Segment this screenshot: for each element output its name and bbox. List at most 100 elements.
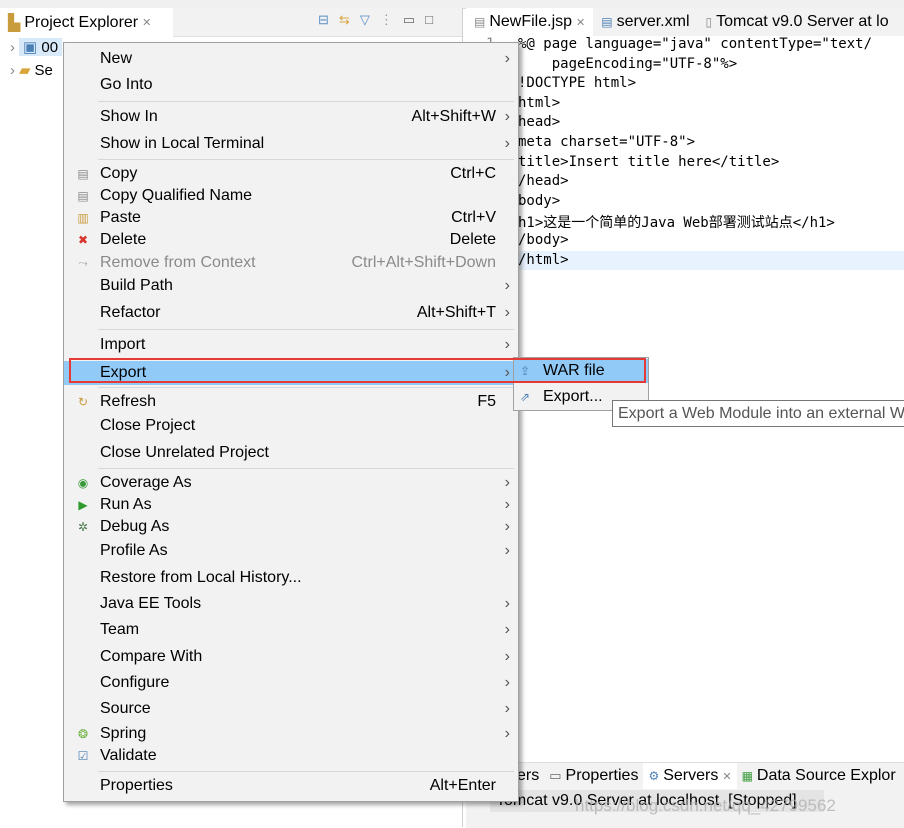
- menu-item-run-as[interactable]: ▶ Run As ›: [64, 494, 518, 516]
- menu-item-label: Export...: [543, 388, 603, 405]
- menu-item-show-in-local-terminal[interactable]: Show in Local Terminal ›: [64, 133, 518, 155]
- menu-item-shortcut: Alt+Shift+W: [411, 108, 496, 125]
- server-icon: ▯: [705, 15, 713, 29]
- menu-item-label: Remove from Context: [100, 254, 256, 271]
- spring-icon: ❂: [77, 727, 89, 741]
- view-menu-icon[interactable]: ⋮: [380, 12, 393, 28]
- tooltip: Export a Web Module into an external W: [612, 400, 904, 427]
- jsp-file-icon: ▤: [474, 15, 486, 29]
- menu-item-copy-qualified-name[interactable]: ▤ Copy Qualified Name: [64, 185, 518, 207]
- menu-item-label: Run As: [100, 496, 152, 513]
- menu-item-properties[interactable]: Properties Alt+Enter: [64, 775, 518, 797]
- expand-icon[interactable]: ›: [10, 39, 15, 56]
- menu-item-source[interactable]: Source ›: [64, 698, 518, 720]
- menu-item-refactor[interactable]: Refactor Alt+Shift+T ›: [64, 302, 518, 324]
- menu-item-label: Delete: [100, 231, 147, 248]
- menu-item-shortcut: F5: [477, 393, 496, 410]
- tab-data-source-explorer[interactable]: ▦ Data Source Explor: [737, 763, 901, 789]
- chevron-right-icon: ›: [504, 725, 510, 742]
- minimize-icon[interactable]: ▭: [403, 12, 415, 28]
- menu-item-label: Coverage As: [100, 474, 192, 491]
- code-line: %@ page language="java" contentType="tex…: [518, 36, 873, 52]
- tab-label: NewFile.jsp: [489, 13, 573, 30]
- menu-item-compare-with[interactable]: Compare With ›: [64, 646, 518, 668]
- menu-item-label: Build Path: [100, 277, 173, 294]
- menu-item-show-in[interactable]: Show In Alt+Shift+W ›: [64, 106, 518, 128]
- data-source-icon: ▦: [741, 769, 753, 783]
- tree-item-label: 00: [41, 39, 59, 56]
- menu-item-coverage-as[interactable]: ◉ Coverage As ›: [64, 472, 518, 494]
- tab-newfile-jsp[interactable]: ▤ NewFile.jsp ✕: [466, 8, 594, 36]
- menu-separator: [98, 387, 514, 388]
- chevron-right-icon: ›: [504, 108, 510, 125]
- maximize-icon[interactable]: □: [425, 12, 433, 28]
- editor-tabs: ▤ NewFile.jsp ✕ ▤ server.xml ▯ Tomcat v9.0 S…: [466, 8, 904, 36]
- menu-item-delete[interactable]: ✖ Delete Delete: [64, 229, 518, 251]
- tab-label: server.xml: [616, 13, 690, 30]
- web-project-icon: ▣: [23, 39, 38, 56]
- code-line: /body>: [518, 232, 569, 248]
- menu-item-label: Copy Qualified Name: [100, 187, 253, 204]
- menu-item-copy[interactable]: ▤ Copy Ctrl+C: [64, 163, 518, 185]
- tab-properties[interactable]: ▭ Properties: [544, 763, 643, 789]
- menu-item-go-into[interactable]: Go Into: [64, 74, 518, 96]
- menu-item-close-project[interactable]: Close Project: [64, 415, 518, 437]
- menu-item-shortcut: Ctrl+V: [451, 209, 496, 226]
- menu-item-label: Configure: [100, 674, 170, 691]
- menu-item-label: Source: [100, 700, 151, 717]
- collapse-all-icon[interactable]: ⊟: [318, 12, 329, 28]
- close-icon[interactable]: ✕: [576, 16, 585, 29]
- menu-item-label: Go Into: [100, 76, 153, 93]
- menu-item-new[interactable]: New ›: [64, 48, 518, 70]
- close-icon[interactable]: ✕: [142, 16, 151, 29]
- menu-item-import[interactable]: Import ›: [64, 334, 518, 356]
- menu-item-label: Debug As: [100, 518, 170, 535]
- xml-file-icon: ▤: [601, 15, 613, 29]
- menu-item-label: New: [100, 50, 133, 67]
- code-line: /head>: [518, 173, 569, 190]
- properties-icon: ▭: [549, 768, 562, 783]
- menu-item-label: Compare With: [100, 648, 203, 665]
- expand-icon[interactable]: ›: [10, 62, 15, 79]
- menu-item-debug-as[interactable]: ✲ Debug As ›: [64, 516, 518, 538]
- link-editor-icon[interactable]: ⇆: [339, 12, 350, 28]
- tab-tomcat-server[interactable]: ▯ Tomcat v9.0 Server at lo: [698, 8, 897, 36]
- menu-separator: [98, 159, 514, 160]
- menu-item-close-unrelated-project[interactable]: Close Unrelated Project: [64, 442, 518, 464]
- menu-item-validate[interactable]: ☑ Validate: [64, 745, 518, 767]
- menu-item-shortcut: Delete: [449, 231, 496, 248]
- menu-item-paste[interactable]: ▥ Paste Ctrl+V: [64, 207, 518, 229]
- context-menu: New › Go Into Show In Alt+Shift+W › Show in Lo…: [63, 42, 519, 802]
- chevron-right-icon: ›: [504, 648, 510, 665]
- chevron-right-icon: ›: [504, 474, 510, 491]
- menu-item-team[interactable]: Team ›: [64, 619, 518, 641]
- menu-item-label: Properties: [100, 777, 173, 794]
- code-line: meta charset="UTF-8">: [518, 134, 696, 150]
- menu-item-spring[interactable]: ❂ Spring ›: [64, 723, 518, 745]
- menu-item-remove-from-context[interactable]: ⤳ Remove from Context Ctrl+Alt+Shift+Down: [64, 252, 518, 274]
- code-line: title>Insert title here</title>: [518, 153, 780, 170]
- filter-icon[interactable]: ▽: [360, 12, 370, 28]
- menu-item-label: Java EE Tools: [100, 595, 202, 612]
- menu-item-refresh[interactable]: ↻ Refresh F5: [64, 391, 518, 413]
- chevron-right-icon: ›: [504, 496, 510, 513]
- chevron-right-icon: ›: [504, 304, 510, 321]
- code-line: !DOCTYPE html>: [518, 75, 637, 92]
- menu-item-label: Import: [100, 336, 146, 353]
- menu-item-label: Show in Local Terminal: [100, 135, 265, 152]
- tab-server-xml[interactable]: ▤ server.xml: [593, 8, 697, 36]
- chevron-right-icon: ›: [504, 336, 510, 353]
- tree-item-project[interactable]: › ▣ 00: [10, 38, 63, 56]
- tab-label: Data Source Explor: [756, 767, 896, 784]
- menu-item-build-path[interactable]: Build Path ›: [64, 275, 518, 297]
- menu-item-restore-from-local-history[interactable]: Restore from Local History...: [64, 567, 518, 589]
- debug-icon: ✲: [77, 520, 89, 534]
- menu-item-configure[interactable]: Configure ›: [64, 672, 518, 694]
- menu-item-profile-as[interactable]: Profile As ›: [64, 540, 518, 562]
- menu-item-java-ee-tools[interactable]: Java EE Tools ›: [64, 593, 518, 615]
- menu-item-label: Team: [100, 621, 140, 638]
- tab-servers[interactable]: ⚙ Servers ✕: [643, 763, 737, 789]
- tree-item-servers[interactable]: › ▰ Se: [10, 61, 53, 80]
- tab-project-explorer[interactable]: ▙ Project Explorer ✕: [0, 8, 173, 37]
- close-icon[interactable]: ✕: [722, 770, 731, 783]
